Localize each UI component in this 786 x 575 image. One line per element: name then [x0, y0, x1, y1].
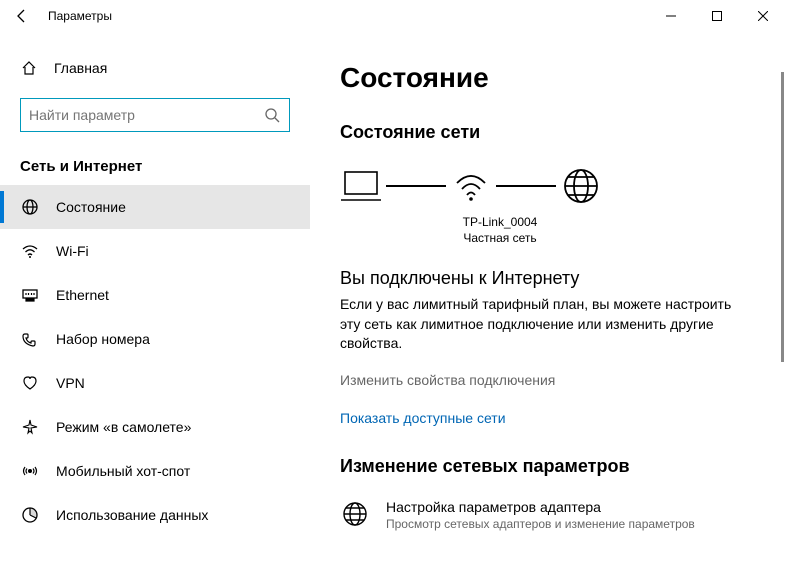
- data-usage-icon: [20, 505, 40, 525]
- nav-label: Набор номера: [56, 331, 150, 347]
- airplane-icon: [20, 417, 40, 437]
- diagram-line: [386, 185, 446, 187]
- connected-title: Вы подключены к Интернету: [340, 268, 756, 289]
- nav-item-vpn[interactable]: VPN: [0, 361, 310, 405]
- search-icon: [263, 107, 281, 123]
- content: Состояние Состояние сети TP-Link_0004 Ча…: [310, 32, 786, 575]
- nav-item-status[interactable]: Состояние: [0, 185, 310, 229]
- page-heading: Состояние: [340, 62, 756, 94]
- nav-label: Режим «в самолете»: [56, 419, 191, 435]
- change-connection-props-link[interactable]: Изменить свойства подключения: [340, 372, 756, 388]
- nav-label: Мобильный хот-спот: [56, 463, 190, 479]
- adapter-title: Настройка параметров адаптера: [386, 499, 695, 515]
- computer-icon: [340, 165, 382, 207]
- nav-item-wifi[interactable]: Wi-Fi: [0, 229, 310, 273]
- nav-item-hotspot[interactable]: Мобильный хот-спот: [0, 449, 310, 493]
- wifi-signal-icon: [450, 165, 492, 207]
- minimize-button[interactable]: [648, 0, 694, 32]
- search-input-container[interactable]: [20, 98, 290, 132]
- network-caption: TP-Link_0004 Частная сеть: [440, 215, 560, 246]
- window-title: Параметры: [48, 9, 112, 23]
- home-link[interactable]: Главная: [0, 52, 310, 84]
- scrollbar[interactable]: [781, 72, 784, 362]
- nav-label: VPN: [56, 375, 85, 391]
- search-input[interactable]: [29, 107, 263, 123]
- home-label: Главная: [54, 60, 107, 76]
- sidebar: Главная Сеть и Интернет Состояние Wi-Fi: [0, 32, 310, 575]
- nav-list: Состояние Wi-Fi Ethernet Набор номера: [0, 185, 310, 537]
- vpn-icon: [20, 373, 40, 393]
- nav-item-ethernet[interactable]: Ethernet: [0, 273, 310, 317]
- arrow-left-icon: [14, 8, 30, 24]
- change-net-heading: Изменение сетевых параметров: [340, 456, 756, 477]
- adapter-desc: Просмотр сетевых адаптеров и изменение п…: [386, 517, 695, 531]
- nav-label: Использование данных: [56, 507, 208, 523]
- nav-item-airplane[interactable]: Режим «в самолете»: [0, 405, 310, 449]
- home-icon: [20, 60, 38, 76]
- back-button[interactable]: [0, 0, 44, 32]
- wifi-icon: [20, 241, 40, 261]
- close-icon: [758, 11, 768, 21]
- nav-item-dialup[interactable]: Набор номера: [0, 317, 310, 361]
- diagram-line: [496, 185, 556, 187]
- maximize-icon: [712, 11, 722, 21]
- network-type: Частная сеть: [440, 231, 560, 247]
- section-title: Сеть и Интернет: [0, 146, 310, 185]
- connected-desc: Если у вас лимитный тарифный план, вы мо…: [340, 295, 740, 354]
- sub-heading: Состояние сети: [340, 122, 756, 143]
- hotspot-icon: [20, 461, 40, 481]
- minimize-icon: [666, 11, 676, 21]
- maximize-button[interactable]: [694, 0, 740, 32]
- show-available-networks-link[interactable]: Показать доступные сети: [340, 410, 756, 426]
- status-icon: [20, 197, 40, 217]
- nav-label: Wi-Fi: [56, 243, 89, 259]
- titlebar: Параметры: [0, 0, 786, 32]
- close-button[interactable]: [740, 0, 786, 32]
- nav-label: Состояние: [56, 199, 126, 215]
- nav-label: Ethernet: [56, 287, 109, 303]
- ethernet-icon: [20, 285, 40, 305]
- nav-item-datausage[interactable]: Использование данных: [0, 493, 310, 537]
- dialup-icon: [20, 329, 40, 349]
- network-name: TP-Link_0004: [440, 215, 560, 231]
- adapter-globe-icon: [340, 499, 370, 529]
- globe-icon: [560, 165, 602, 207]
- network-diagram: [340, 165, 756, 207]
- adapter-settings-row[interactable]: Настройка параметров адаптера Просмотр с…: [340, 499, 756, 551]
